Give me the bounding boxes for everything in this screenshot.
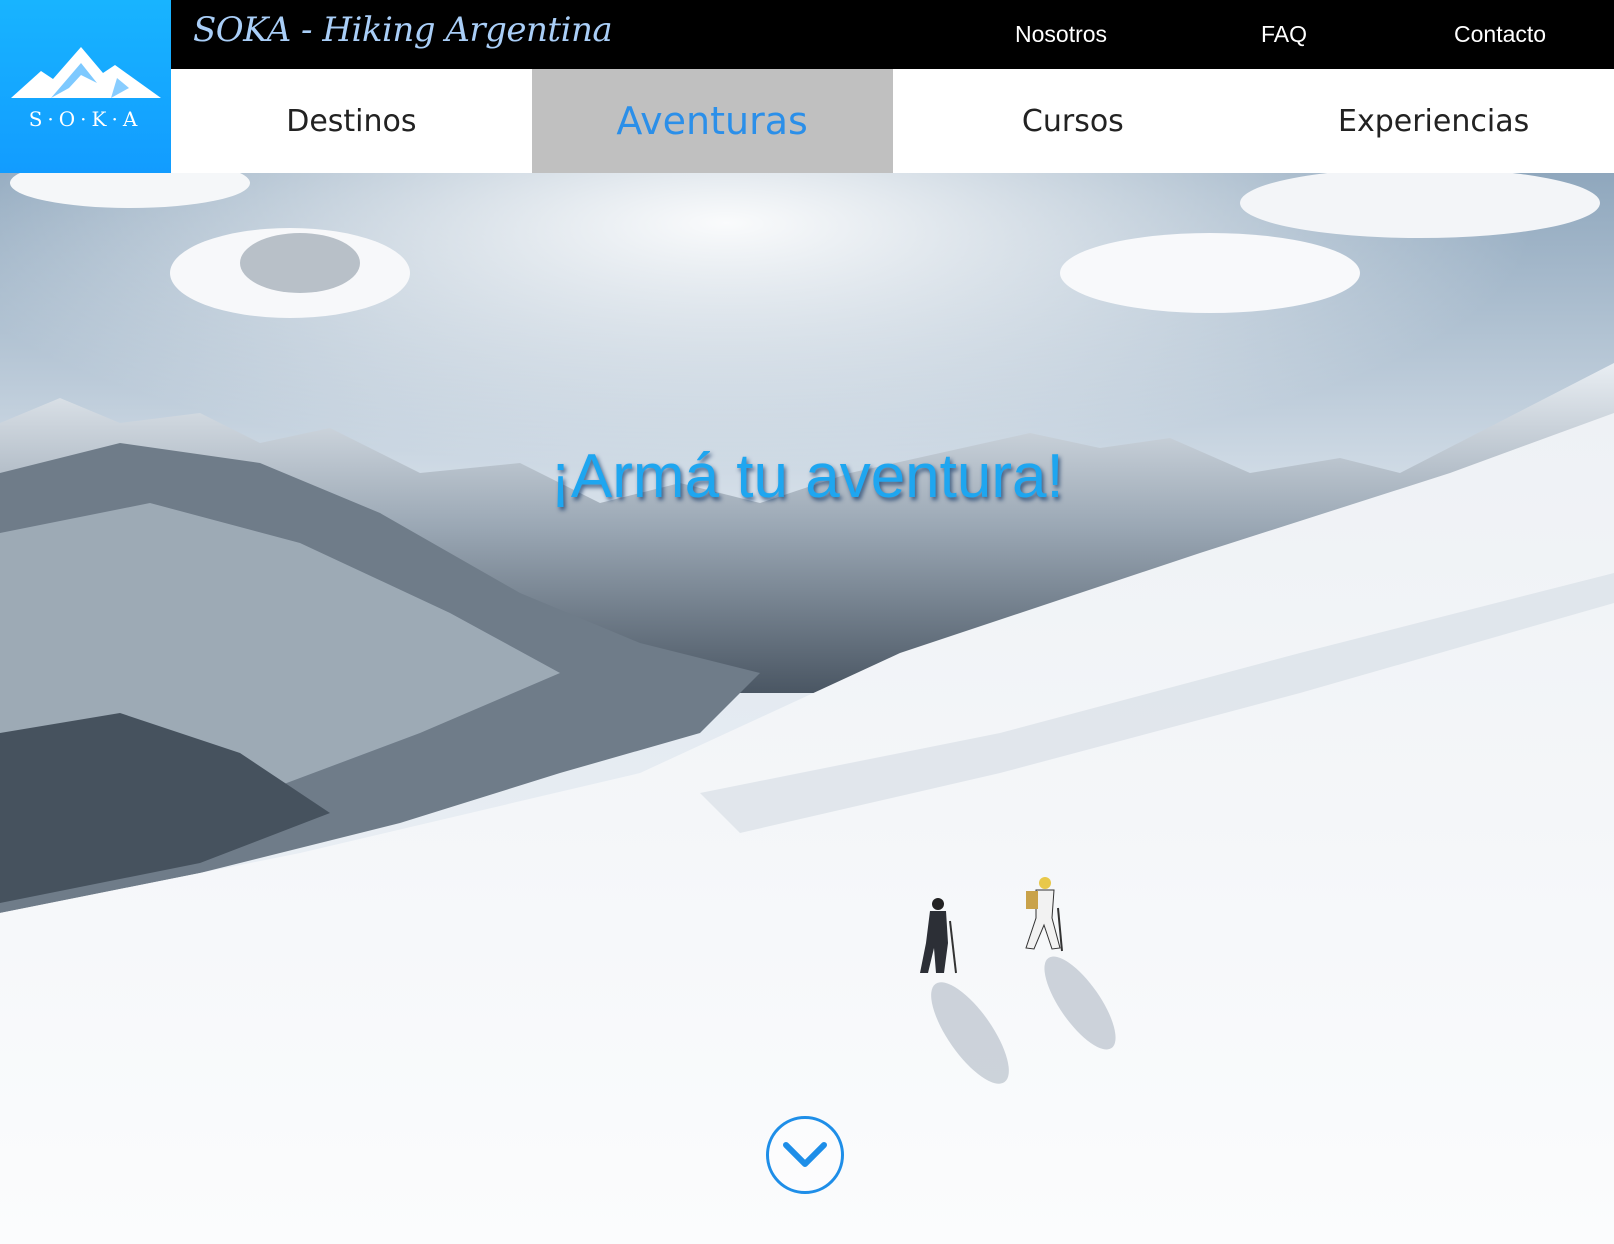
site-title[interactable]: SOKA - Hiking Argentina — [193, 10, 613, 50]
nav-link-faq[interactable]: FAQ — [1261, 21, 1307, 48]
mountain-logo-icon — [10, 46, 161, 98]
logo-text: S·O·K·A — [28, 106, 143, 131]
hero-section: ¡Armá tu aventura! — [0, 173, 1614, 1244]
menu-item-experiencias[interactable]: Experiencias — [1253, 69, 1614, 173]
main-menu: Destinos Aventuras Cursos Experiencias — [171, 69, 1614, 173]
hero-background-image — [0, 173, 1614, 1244]
logo[interactable]: S·O·K·A — [0, 0, 171, 173]
menu-item-cursos[interactable]: Cursos — [893, 69, 1254, 173]
hero-title: ¡Armá tu aventura! — [550, 442, 1064, 511]
menu-item-aventuras[interactable]: Aventuras — [531, 69, 893, 173]
menu-item-destinos[interactable]: Destinos — [171, 69, 532, 173]
nav-link-nosotros[interactable]: Nosotros — [1015, 21, 1107, 48]
top-bar: SOKA - Hiking Argentina Nosotros FAQ Con… — [171, 0, 1614, 69]
nav-link-contacto[interactable]: Contacto — [1454, 21, 1546, 48]
chevron-down-icon — [783, 1142, 827, 1167]
scroll-down-button[interactable] — [766, 1116, 844, 1194]
